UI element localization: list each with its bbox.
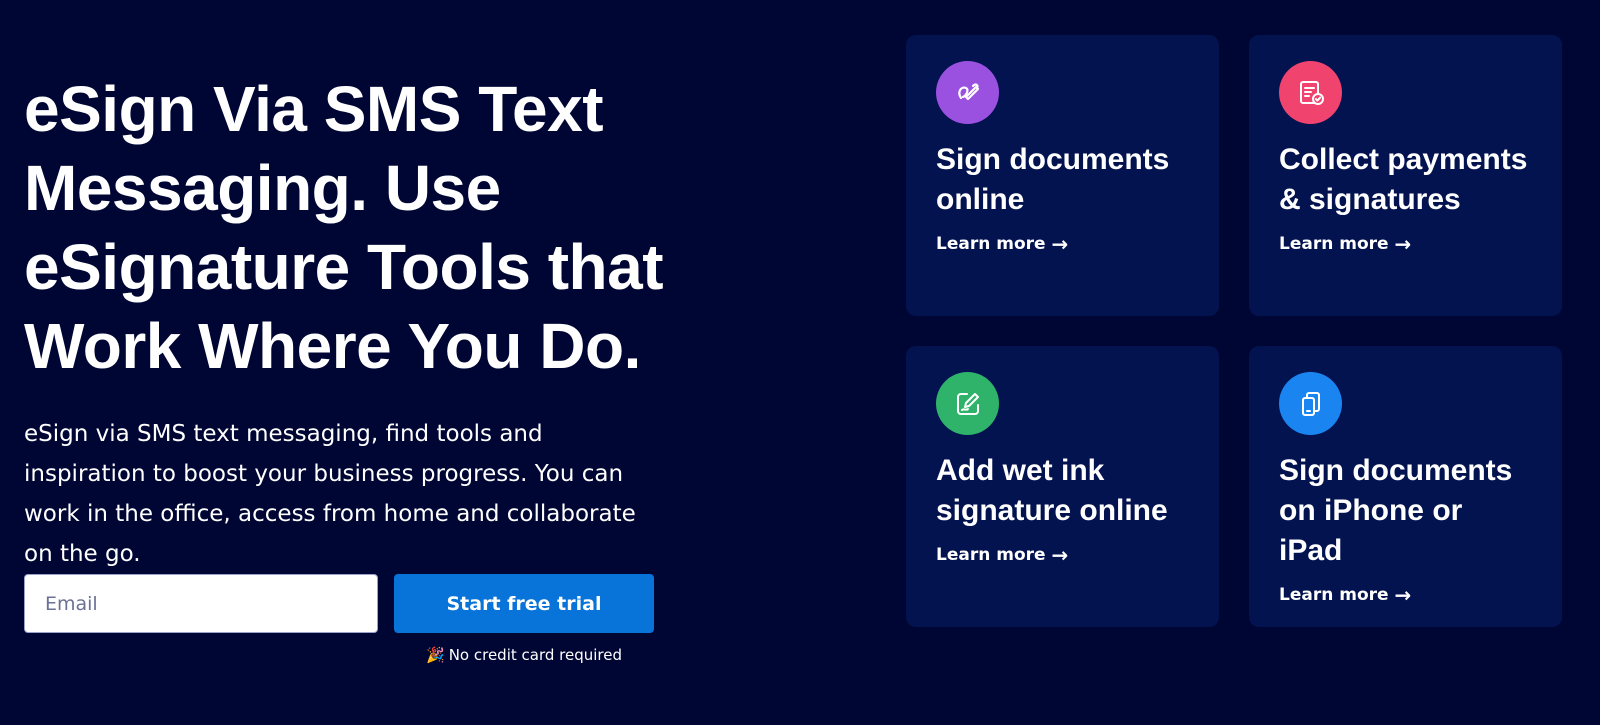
no-credit-card-text: No credit card required	[448, 646, 622, 664]
feature-card-wet-ink-signature[interactable]: Add wet ink signature online Learn more …	[906, 346, 1219, 627]
hero-section: eSign Via SMS Text Messaging. Use eSigna…	[0, 0, 1600, 725]
arrow-right-icon: →	[1051, 543, 1069, 567]
learn-more-link[interactable]: Learn more →	[1279, 234, 1411, 254]
feature-card-sign-documents-online[interactable]: Sign documents online Learn more →	[906, 35, 1219, 316]
hero-left-column: eSign Via SMS Text Messaging. Use eSigna…	[24, 70, 724, 574]
no-credit-card-note: 🎉 No credit card required	[394, 646, 654, 664]
arrow-right-icon: →	[1394, 232, 1412, 256]
hero-headline: eSign Via SMS Text Messaging. Use eSigna…	[24, 73, 664, 382]
email-input[interactable]	[24, 574, 378, 633]
edit-pen-icon	[936, 372, 999, 435]
start-free-trial-button[interactable]: Start free trial	[394, 574, 654, 633]
card-title: Sign documents online	[936, 143, 1170, 216]
learn-more-link[interactable]: Learn more →	[936, 545, 1068, 565]
signup-form: Start free trial	[24, 574, 654, 633]
learn-more-label: Learn more	[936, 234, 1046, 254]
signature-pen-icon	[936, 61, 999, 124]
party-popper-icon: 🎉	[426, 646, 445, 664]
card-title: Sign documents on iPhone or iPad	[1279, 454, 1513, 567]
arrow-right-icon: →	[1051, 232, 1069, 256]
learn-more-label: Learn more	[936, 545, 1046, 565]
learn-more-label: Learn more	[1279, 585, 1389, 605]
hero-description: eSign via SMS text messaging, find tools…	[24, 421, 636, 567]
learn-more-label: Learn more	[1279, 234, 1389, 254]
card-title: Collect payments & signatures	[1279, 143, 1528, 216]
feature-card-iphone-ipad[interactable]: Sign documents on iPhone or iPad Learn m…	[1249, 346, 1562, 627]
arrow-right-icon: →	[1394, 583, 1412, 607]
mobile-devices-icon	[1279, 372, 1342, 435]
feature-card-collect-payments[interactable]: Collect payments & signatures Learn more…	[1249, 35, 1562, 316]
invoice-check-icon	[1279, 61, 1342, 124]
learn-more-link[interactable]: Learn more →	[1279, 585, 1411, 605]
card-title: Add wet ink signature online	[936, 454, 1168, 527]
learn-more-link[interactable]: Learn more →	[936, 234, 1068, 254]
